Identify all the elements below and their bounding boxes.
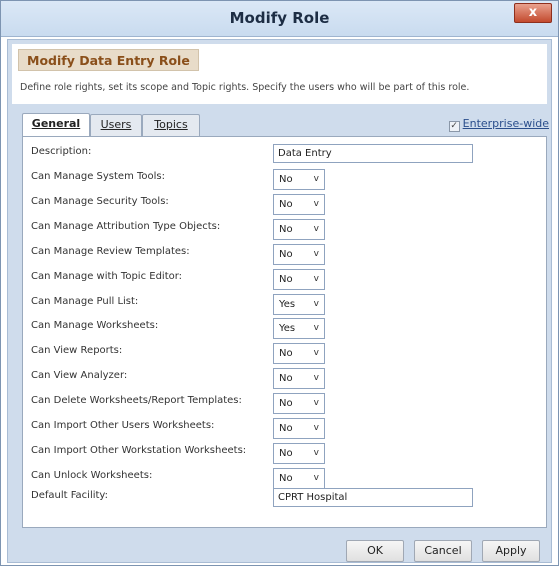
cancel-button[interactable]: Cancel xyxy=(414,540,472,562)
chevron-down-icon: v xyxy=(313,298,319,309)
tab-general[interactable]: General xyxy=(22,113,90,137)
form-row-default-facility: Default Facility: CPRT Hospital xyxy=(23,486,546,510)
form-row-label: Can Import Other Users Worksheets: xyxy=(31,420,215,431)
form-row: Can Manage Security Tools: No v xyxy=(23,192,546,216)
form-row-label: Can Unlock Worksheets: xyxy=(31,469,153,481)
chevron-down-icon: v xyxy=(313,198,319,209)
form-row: Can Manage Worksheets: Yes v xyxy=(23,316,546,340)
chevron-down-icon: v xyxy=(313,223,319,234)
close-button[interactable]: x xyxy=(514,3,552,23)
form-row-label: Can Manage System Tools: xyxy=(31,171,165,182)
select-value: No xyxy=(279,373,293,385)
chevron-down-icon: v xyxy=(313,348,319,359)
form-row-label: Can Delete Worksheets/Report Templates: xyxy=(31,395,242,407)
chevron-down-icon: v xyxy=(313,423,319,433)
permission-select[interactable]: No v xyxy=(273,393,325,415)
form-row: Can Manage Pull List: Yes v xyxy=(23,292,546,316)
form-row: Can Delete Worksheets/Report Templates: N… xyxy=(23,391,546,415)
chevron-down-icon: v xyxy=(313,248,319,259)
select-value: No xyxy=(279,273,293,285)
enterprise-wide-label: Enterprise-wide xyxy=(462,117,549,130)
permission-select[interactable]: No v xyxy=(273,268,325,290)
apply-button[interactable]: Apply xyxy=(482,540,540,562)
button-bar: OK Cancel Apply xyxy=(8,532,551,562)
form-row-label: Can Import Other Workstation Worksheets: xyxy=(31,444,247,456)
permission-select[interactable]: No v xyxy=(273,343,325,365)
title-bar[interactable]: Modify Role x xyxy=(1,1,558,37)
permission-select[interactable]: No v xyxy=(273,243,325,265)
chevron-down-icon: v xyxy=(313,472,319,483)
form-row-label: Can View Reports: xyxy=(31,345,123,357)
form-row-label: Can Manage Review Templates: xyxy=(31,245,190,257)
general-tab-panel: Description: Data Entry Can Manage Syste… xyxy=(22,136,547,528)
select-value: Yes xyxy=(279,298,296,310)
form-row: Can Import Other Workstation Worksheets:… xyxy=(23,441,546,465)
tab-users-label: Users xyxy=(100,118,132,131)
select-value: No xyxy=(279,248,293,260)
select-value: No xyxy=(279,423,293,434)
description-input[interactable]: Data Entry xyxy=(273,144,473,163)
permission-select[interactable]: No v xyxy=(273,368,325,390)
enterprise-wide-checkbox[interactable]: ✓ Enterprise-wide xyxy=(448,117,549,132)
chevron-down-icon: v xyxy=(313,398,319,409)
permission-select[interactable]: No v xyxy=(273,418,325,439)
select-value: Yes xyxy=(279,323,296,335)
tab-general-label: General xyxy=(31,117,81,130)
permission-select[interactable]: No v xyxy=(273,193,325,215)
select-value: No xyxy=(279,348,293,360)
form-row: Can Manage with Topic Editor: No v xyxy=(23,267,546,291)
form-row-label: Can Manage Attribution Type Objects: xyxy=(31,220,221,232)
form-row-label: Can Manage Pull List: xyxy=(31,295,139,307)
form-row: Can View Analyzer: No v xyxy=(23,366,546,390)
select-value: No xyxy=(279,174,293,185)
form-row-label: Can Manage Worksheets: xyxy=(31,320,159,332)
header-panel: Modify Data Entry Role Define role right… xyxy=(12,44,547,104)
select-value: No xyxy=(279,223,293,235)
form-row: Can Manage Attribution Type Objects: No v xyxy=(23,217,546,241)
default-facility-label: Default Facility: xyxy=(31,490,108,501)
default-facility-input[interactable]: CPRT Hospital xyxy=(273,488,473,507)
role-heading: Modify Data Entry Role xyxy=(18,49,199,71)
chevron-down-icon: v xyxy=(313,323,319,334)
chevron-down-icon: v xyxy=(313,273,319,284)
form-row-label: Can View Analyzer: xyxy=(31,370,128,382)
permission-select[interactable]: No v xyxy=(273,442,325,464)
select-value: No xyxy=(279,447,293,459)
chevron-down-icon: v xyxy=(313,373,319,384)
tab-topics-label: Topics xyxy=(154,118,188,131)
form-row: Can Import Other Users Worksheets: No v xyxy=(23,416,546,440)
dialog-body: Modify Data Entry Role Define role right… xyxy=(7,39,552,563)
ok-button[interactable]: OK xyxy=(346,540,404,562)
select-value: No xyxy=(279,398,293,410)
chevron-down-icon: v xyxy=(313,174,319,184)
form-row-label: Can Manage Security Tools: xyxy=(31,195,169,207)
permission-select[interactable]: No v xyxy=(273,169,325,190)
checkbox-check-icon[interactable]: ✓ xyxy=(448,121,460,132)
tab-topics[interactable]: Topics xyxy=(142,114,200,136)
form-row: Can View Reports: No v xyxy=(23,341,546,365)
chevron-down-icon: v xyxy=(313,447,319,458)
form-row-description: Description: Data Entry xyxy=(23,142,546,166)
dialog-title: Modify Role xyxy=(229,9,330,27)
permission-select[interactable]: Yes v xyxy=(273,318,325,340)
form-row: Can Manage Review Templates: No v xyxy=(23,242,546,266)
form-row-label: Can Manage with Topic Editor: xyxy=(31,270,183,282)
modify-role-dialog: Modify Role x Modify Data Entry Role Def… xyxy=(0,0,559,566)
select-value: No xyxy=(279,198,293,210)
permission-select[interactable]: Yes v xyxy=(273,293,325,315)
tab-users[interactable]: Users xyxy=(90,114,142,136)
role-description-text: Define role rights, set its scope and To… xyxy=(20,82,470,93)
description-label: Description: xyxy=(31,146,92,157)
form-row: Can Manage System Tools: No v xyxy=(23,167,546,191)
select-value: No xyxy=(279,472,293,484)
permission-select[interactable]: No v xyxy=(273,218,325,240)
